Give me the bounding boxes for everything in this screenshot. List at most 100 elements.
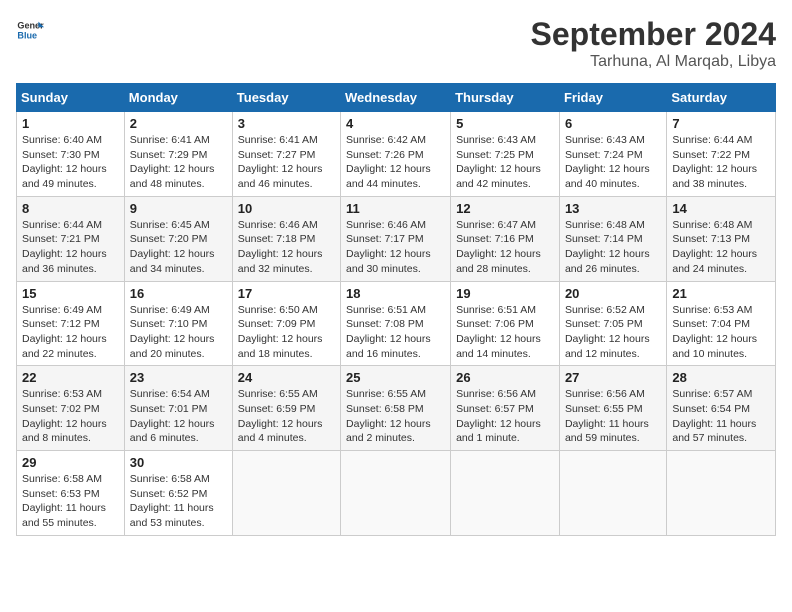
calendar-cell: 6 Sunrise: 6:43 AM Sunset: 7:24 PM Daylig… (559, 112, 666, 197)
day-number: 4 (346, 116, 445, 131)
day-info: Sunrise: 6:52 AM Sunset: 7:05 PM Dayligh… (565, 303, 661, 362)
day-info: Sunrise: 6:40 AM Sunset: 7:30 PM Dayligh… (22, 133, 119, 192)
calendar-cell: 28 Sunrise: 6:57 AM Sunset: 6:54 PM Dayli… (667, 366, 776, 451)
day-info: Sunrise: 6:49 AM Sunset: 7:10 PM Dayligh… (130, 303, 227, 362)
day-number: 18 (346, 286, 445, 301)
day-number: 27 (565, 370, 661, 385)
calendar-cell: 2 Sunrise: 6:41 AM Sunset: 7:29 PM Daylig… (124, 112, 232, 197)
calendar-cell: 24 Sunrise: 6:55 AM Sunset: 6:59 PM Dayli… (232, 366, 340, 451)
calendar-header: SundayMondayTuesdayWednesdayThursdayFrid… (17, 84, 776, 112)
day-info: Sunrise: 6:43 AM Sunset: 7:24 PM Dayligh… (565, 133, 661, 192)
logo-icon: General Blue (16, 16, 44, 44)
calendar-cell: 9 Sunrise: 6:45 AM Sunset: 7:20 PM Daylig… (124, 196, 232, 281)
svg-text:Blue: Blue (17, 30, 37, 40)
month-title: September 2024 (531, 16, 776, 53)
weekday-header: Saturday (667, 84, 776, 112)
day-number: 28 (672, 370, 770, 385)
calendar-cell: 21 Sunrise: 6:53 AM Sunset: 7:04 PM Dayli… (667, 281, 776, 366)
day-info: Sunrise: 6:45 AM Sunset: 7:20 PM Dayligh… (130, 218, 227, 277)
day-number: 10 (238, 201, 335, 216)
calendar-cell: 22 Sunrise: 6:53 AM Sunset: 7:02 PM Dayli… (17, 366, 125, 451)
calendar-cell: 27 Sunrise: 6:56 AM Sunset: 6:55 PM Dayli… (559, 366, 666, 451)
calendar-cell (451, 451, 560, 536)
day-info: Sunrise: 6:43 AM Sunset: 7:25 PM Dayligh… (456, 133, 554, 192)
calendar-cell (559, 451, 666, 536)
calendar-cell: 3 Sunrise: 6:41 AM Sunset: 7:27 PM Daylig… (232, 112, 340, 197)
day-number: 13 (565, 201, 661, 216)
weekday-header: Monday (124, 84, 232, 112)
day-number: 21 (672, 286, 770, 301)
day-number: 22 (22, 370, 119, 385)
calendar-cell: 14 Sunrise: 6:48 AM Sunset: 7:13 PM Dayli… (667, 196, 776, 281)
weekday-header: Tuesday (232, 84, 340, 112)
day-number: 3 (238, 116, 335, 131)
day-info: Sunrise: 6:48 AM Sunset: 7:13 PM Dayligh… (672, 218, 770, 277)
calendar-cell: 26 Sunrise: 6:56 AM Sunset: 6:57 PM Dayli… (451, 366, 560, 451)
day-number: 30 (130, 455, 227, 470)
day-info: Sunrise: 6:54 AM Sunset: 7:01 PM Dayligh… (130, 387, 227, 446)
day-info: Sunrise: 6:50 AM Sunset: 7:09 PM Dayligh… (238, 303, 335, 362)
day-info: Sunrise: 6:56 AM Sunset: 6:55 PM Dayligh… (565, 387, 661, 446)
day-info: Sunrise: 6:51 AM Sunset: 7:08 PM Dayligh… (346, 303, 445, 362)
calendar-cell: 1Sunrise: 6:40 AM Sunset: 7:30 PM Daylig… (17, 112, 125, 197)
calendar-table: SundayMondayTuesdayWednesdayThursdayFrid… (16, 83, 776, 536)
calendar-cell: 12 Sunrise: 6:47 AM Sunset: 7:16 PM Dayli… (451, 196, 560, 281)
day-info: Sunrise: 6:41 AM Sunset: 7:29 PM Dayligh… (130, 133, 227, 192)
day-number: 15 (22, 286, 119, 301)
day-info: Sunrise: 6:58 AM Sunset: 6:52 PM Dayligh… (130, 472, 227, 531)
calendar-cell: 5 Sunrise: 6:43 AM Sunset: 7:25 PM Daylig… (451, 112, 560, 197)
day-number: 7 (672, 116, 770, 131)
day-info: Sunrise: 6:48 AM Sunset: 7:14 PM Dayligh… (565, 218, 661, 277)
logo: General Blue (16, 16, 44, 44)
calendar-cell: 18 Sunrise: 6:51 AM Sunset: 7:08 PM Dayli… (341, 281, 451, 366)
day-info: Sunrise: 6:42 AM Sunset: 7:26 PM Dayligh… (346, 133, 445, 192)
day-number: 6 (565, 116, 661, 131)
weekday-header: Thursday (451, 84, 560, 112)
day-number: 14 (672, 201, 770, 216)
page-header: General Blue September 2024 Tarhuna, Al … (16, 16, 776, 71)
calendar-cell: 23 Sunrise: 6:54 AM Sunset: 7:01 PM Dayli… (124, 366, 232, 451)
day-number: 8 (22, 201, 119, 216)
day-number: 9 (130, 201, 227, 216)
calendar-cell (232, 451, 340, 536)
day-number: 16 (130, 286, 227, 301)
day-number: 17 (238, 286, 335, 301)
weekday-header: Friday (559, 84, 666, 112)
day-info: Sunrise: 6:47 AM Sunset: 7:16 PM Dayligh… (456, 218, 554, 277)
day-number: 24 (238, 370, 335, 385)
calendar-cell: 25 Sunrise: 6:55 AM Sunset: 6:58 PM Dayli… (341, 366, 451, 451)
day-number: 23 (130, 370, 227, 385)
day-info: Sunrise: 6:56 AM Sunset: 6:57 PM Dayligh… (456, 387, 554, 446)
calendar-cell: 30 Sunrise: 6:58 AM Sunset: 6:52 PM Dayli… (124, 451, 232, 536)
day-info: Sunrise: 6:46 AM Sunset: 7:17 PM Dayligh… (346, 218, 445, 277)
calendar-cell: 29Sunrise: 6:58 AM Sunset: 6:53 PM Dayli… (17, 451, 125, 536)
day-number: 26 (456, 370, 554, 385)
day-number: 12 (456, 201, 554, 216)
calendar-cell: 15 Sunrise: 6:49 AM Sunset: 7:12 PM Dayli… (17, 281, 125, 366)
calendar-cell (667, 451, 776, 536)
day-number: 20 (565, 286, 661, 301)
day-number: 25 (346, 370, 445, 385)
day-info: Sunrise: 6:55 AM Sunset: 6:58 PM Dayligh… (346, 387, 445, 446)
weekday-header: Wednesday (341, 84, 451, 112)
day-info: Sunrise: 6:49 AM Sunset: 7:12 PM Dayligh… (22, 303, 119, 362)
calendar-cell (341, 451, 451, 536)
day-info: Sunrise: 6:53 AM Sunset: 7:04 PM Dayligh… (672, 303, 770, 362)
calendar-cell: 19Sunrise: 6:51 AM Sunset: 7:06 PM Dayli… (451, 281, 560, 366)
day-info: Sunrise: 6:46 AM Sunset: 7:18 PM Dayligh… (238, 218, 335, 277)
day-number: 19 (456, 286, 554, 301)
title-block: September 2024 Tarhuna, Al Marqab, Libya (531, 16, 776, 71)
day-number: 5 (456, 116, 554, 131)
calendar-cell: 11Sunrise: 6:46 AM Sunset: 7:17 PM Dayli… (341, 196, 451, 281)
day-number: 2 (130, 116, 227, 131)
day-info: Sunrise: 6:53 AM Sunset: 7:02 PM Dayligh… (22, 387, 119, 446)
calendar-cell: 7Sunrise: 6:44 AM Sunset: 7:22 PM Daylig… (667, 112, 776, 197)
calendar-cell: 4 Sunrise: 6:42 AM Sunset: 7:26 PM Daylig… (341, 112, 451, 197)
day-info: Sunrise: 6:41 AM Sunset: 7:27 PM Dayligh… (238, 133, 335, 192)
weekday-header: Sunday (17, 84, 125, 112)
day-number: 29 (22, 455, 119, 470)
location-title: Tarhuna, Al Marqab, Libya (531, 53, 776, 71)
day-info: Sunrise: 6:57 AM Sunset: 6:54 PM Dayligh… (672, 387, 770, 446)
day-info: Sunrise: 6:55 AM Sunset: 6:59 PM Dayligh… (238, 387, 335, 446)
calendar-cell: 10 Sunrise: 6:46 AM Sunset: 7:18 PM Dayli… (232, 196, 340, 281)
